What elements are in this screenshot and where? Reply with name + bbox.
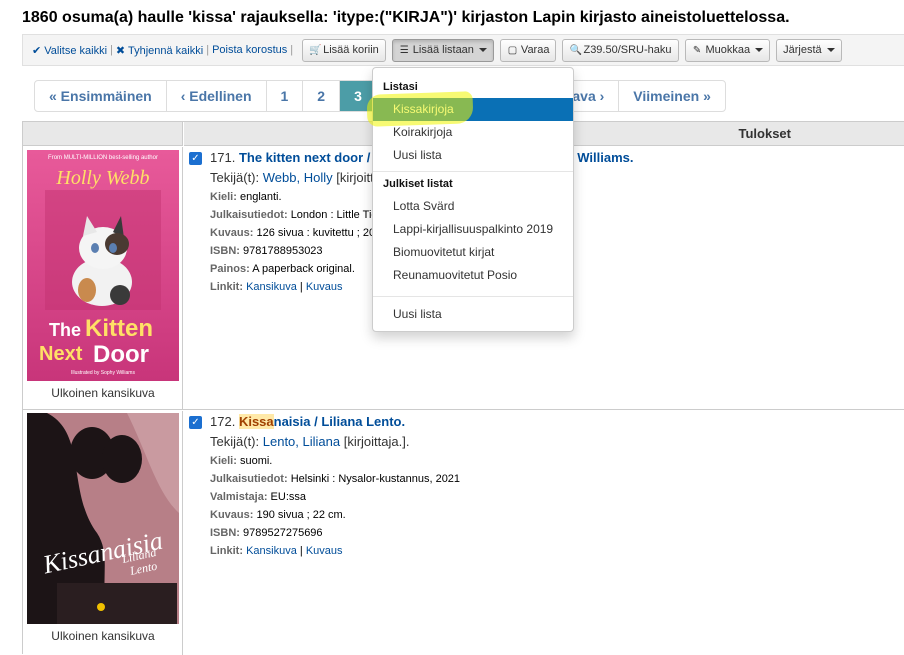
public-lists-header: Julkiset listat: [383, 178, 453, 190]
field-label: Kuvaus:: [210, 227, 254, 239]
description-link[interactable]: Kuvaus: [306, 545, 343, 557]
result-number: 171.: [210, 150, 236, 165]
field-value: EU:ssa: [270, 491, 307, 503]
author-link[interactable]: Lento, Liliana: [263, 434, 340, 449]
cover-image-link[interactable]: Kansikuva: [246, 281, 297, 293]
cover-author: Holly Webb: [55, 167, 149, 189]
previous-page-link[interactable]: ‹ Edellinen: [167, 81, 267, 111]
field-label: ISBN:: [210, 245, 240, 257]
search-icon: 🔍: [569, 44, 582, 56]
author-role: [kirjoitt: [336, 170, 374, 185]
search-term-highlight: Kissa: [238, 414, 274, 429]
select-checkbox[interactable]: ✓: [189, 152, 202, 165]
book-cover-image[interactable]: Kissanaisia Liliana Lento: [27, 413, 179, 624]
author-link[interactable]: Webb, Holly: [263, 170, 333, 185]
field-label: Valmistaja:: [210, 491, 268, 503]
page-link[interactable]: 1: [267, 81, 304, 111]
page-title: 1860 osuma(a) haulle 'kissa' rajauksella…: [22, 9, 790, 26]
edit-button[interactable]: ✎ Muokkaa: [684, 38, 771, 62]
cover-title-word: Kitten: [85, 315, 153, 342]
menu-divider: [373, 171, 573, 172]
result-title-link[interactable]: Kissanaisia / Liliana Lento.: [238, 414, 405, 429]
caret-down-icon: [478, 48, 487, 52]
book-cover-image[interactable]: From MULTI-MILLION best-selling author H…: [27, 150, 179, 381]
check-icon: ✔: [32, 44, 42, 57]
add-to-cart-button[interactable]: 🛒 Lisää koriin: [302, 38, 386, 62]
clear-all-link[interactable]: ✖ Tyhjennä kaikki: [116, 44, 203, 57]
field-value: London : Little Tig: [290, 209, 378, 221]
result-row: Kissanaisia Liliana Lento Ulkoinen kansi…: [23, 411, 904, 655]
new-list-item[interactable]: Uusi lista: [373, 303, 573, 326]
separator: |: [206, 44, 210, 56]
list-item-new-list[interactable]: Uusi lista: [373, 144, 573, 167]
cover-cell: Kissanaisia Liliana Lento Ulkoinen kansi…: [23, 411, 183, 655]
result-title-link-end[interactable]: y Williams.: [566, 150, 633, 165]
highlighter-annotation: [366, 91, 474, 127]
select-checkbox[interactable]: ✓: [189, 416, 202, 429]
field-value: 9781788953023: [243, 245, 323, 257]
reserve-button[interactable]: ▢ Varaa: [499, 38, 557, 62]
cart-icon: 🛒: [309, 44, 322, 56]
cover-cell: From MULTI-MILLION best-selling author H…: [23, 147, 183, 409]
caret-down-icon: [826, 48, 835, 52]
field-value: 9789527275696: [243, 527, 323, 539]
public-list-item[interactable]: Reunamuovitetut Posio: [373, 264, 573, 287]
field-value: suomi.: [239, 455, 273, 467]
field-label: Kieli:: [210, 455, 237, 467]
z3950-search-button[interactable]: 🔍 Z39.50/SRU-haku: [562, 38, 679, 62]
caret-down-icon: [755, 48, 764, 52]
remove-highlight-link[interactable]: Poista korostus: [212, 44, 287, 56]
select-all-link[interactable]: ✔ Valitse kaikki: [32, 44, 107, 57]
field-value: Helsinki : Nysalor-kustannus, 2021: [290, 473, 461, 485]
last-page-link[interactable]: Viimeinen »: [619, 81, 725, 111]
cover-title-word: The: [49, 320, 81, 340]
separator: |: [110, 44, 113, 56]
description-link[interactable]: Kuvaus: [306, 281, 343, 293]
field-label: Kieli:: [210, 191, 237, 203]
my-lists-header: Listasi: [383, 81, 418, 93]
public-list-item[interactable]: Lappi-kirjallisuuspalkinto 2019: [373, 218, 573, 241]
author-label: Tekijä(t):: [210, 434, 260, 449]
result-number: 172.: [210, 414, 236, 429]
x-icon: ✖: [115, 44, 126, 57]
public-list-item[interactable]: Biomuovitetut kirjat: [373, 241, 573, 264]
result-info: 172. Kissanaisia / Liliana Lento. Tekijä…: [210, 414, 461, 557]
page-link[interactable]: 2: [303, 81, 341, 111]
add-to-list-button[interactable]: ☰ Lisää listaan: [391, 38, 494, 62]
author-label: Tekijä(t):: [210, 170, 260, 185]
public-list-item[interactable]: Lotta Svärd: [373, 195, 573, 218]
field-value: 190 sivua ; 22 cm.: [256, 509, 346, 521]
sort-button[interactable]: Järjestä: [776, 38, 842, 62]
first-page-link[interactable]: « Ensimmäinen: [35, 81, 167, 111]
links-label: Linkit:: [210, 545, 243, 557]
field-value: 126 sivua : kuvitettu ; 20: [256, 227, 376, 239]
cover-caption: Ulkoinen kansikuva: [51, 386, 155, 400]
image-column-header: [23, 122, 183, 146]
result-title-link[interactable]: The kitten next door /: [239, 150, 370, 165]
field-label: ISBN:: [210, 527, 240, 539]
cover-illustrator: Illustrated by Sophy Williams: [71, 370, 135, 376]
bookmark-icon: ▢: [507, 44, 518, 56]
author-role: [kirjoittaja.].: [343, 434, 410, 449]
cover-tagline: From MULTI-MILLION best-selling author: [48, 155, 158, 161]
links-label: Linkit:: [210, 281, 243, 293]
menu-divider: [373, 296, 573, 297]
cover-title-word: Door: [93, 341, 149, 368]
field-label: Julkaisutiedot:: [210, 473, 288, 485]
pencil-icon: ✎: [692, 44, 702, 56]
results-toolbar: ✔ Valitse kaikki | ✖ Tyhjennä kaikki | P…: [22, 34, 904, 66]
field-label: Painos:: [210, 263, 250, 275]
separator: |: [290, 44, 294, 56]
cover-image-link[interactable]: Kansikuva: [246, 545, 297, 557]
list-icon: ☰: [399, 44, 409, 56]
field-value: englanti.: [239, 191, 282, 203]
field-label: Kuvaus:: [210, 509, 254, 521]
cover-caption: Ulkoinen kansikuva: [51, 629, 155, 643]
field-label: Julkaisutiedot:: [210, 209, 288, 221]
cover-title-word: Next: [39, 343, 83, 365]
field-value: A paperback original.: [252, 263, 355, 275]
